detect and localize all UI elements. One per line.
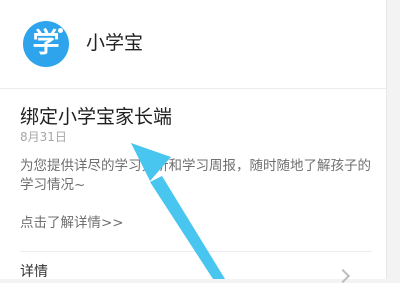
logo-glyph: 学	[32, 28, 60, 59]
header-divider	[0, 88, 386, 89]
details-label: 详情	[20, 264, 48, 280]
details-link[interactable]: 点击了解详情>>	[20, 214, 124, 232]
details-row[interactable]: 详情	[0, 252, 386, 283]
message-date: 8月31日	[20, 130, 67, 144]
message-card: 学 小学宝 绑定小学宝家长端 8月31日 为您提供详尽的学习分析和学习周报，随时…	[0, 0, 387, 283]
account-header[interactable]: 学 小学宝	[0, 0, 386, 88]
chevron-right-icon	[335, 268, 351, 283]
account-name: 小学宝	[86, 32, 144, 54]
logo-dot	[58, 28, 63, 33]
message-description: 为您提供详尽的学习分析和学习周报，随时随地了解孩子的学习情况~	[20, 158, 371, 193]
xiaoxuebao-logo-icon: 学	[23, 21, 69, 67]
message-title: 绑定小学宝家长端	[20, 106, 173, 128]
